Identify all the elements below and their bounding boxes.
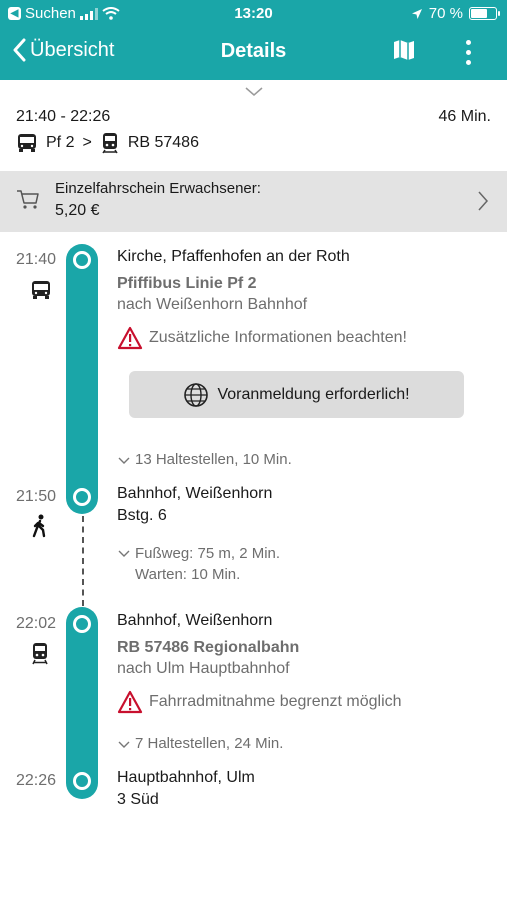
trip-legs: Pf 2 > RB 57486 [16,132,199,154]
leg1-notice[interactable]: Zusätzliche Informationen beachten! [117,326,407,350]
battery-fill [471,9,488,18]
leg1-route-line [66,244,98,514]
ticket-name: Einzelfahrschein Erwachsener: [55,180,261,197]
leg-separator: > [82,134,92,151]
ticket-price: 5,20 € [55,202,100,219]
navigation-bar: Übersicht Details [0,34,507,72]
top-bar: ◀ Suchen 13:20 70 % Übersicht Details [0,0,507,80]
leg1-label: Pf 2 [46,134,75,151]
leg1-line-name: Pfiffibus Linie Pf 2 [117,275,257,292]
chevron-down-icon [118,741,130,748]
leg1-stops-info: 13 Haltestellen, 10 Min. [135,451,292,468]
walk-expander[interactable]: Fußweg: 75 m, 2 Min. Warten: 10 Min. [117,543,280,585]
map-icon [394,40,414,60]
leg2-line-name: RB 57486 Regionalbahn [117,639,300,656]
warning-icon [117,326,143,350]
status-bar: ◀ Suchen 13:20 70 % [0,0,507,28]
more-dot-icon [466,40,471,45]
leg1-stops-expander[interactable]: 13 Haltestellen, 10 Min. [117,451,292,468]
leg2-arr-stop: Hauptbahnhof, Ulm [117,769,255,786]
leg1-arr-time: 21:50 [16,488,57,505]
leg2-stops-info: 7 Haltestellen, 24 Min. [135,735,284,752]
walk-wait: Warten: 10 Min. [135,566,241,583]
chevron-down-icon [118,457,130,464]
collapse-toggle[interactable] [243,84,265,102]
chevron-down-icon [245,87,263,96]
page-title: Details [220,40,287,62]
walk-distance: Fußweg: 75 m, 2 Min. [135,545,281,562]
chevron-down-icon [118,550,130,557]
leg2-arr-platform: 3 Süd [117,791,159,808]
more-dot-icon [466,50,471,55]
leg1-arr-platform: Bstg. 6 [117,507,167,524]
leg2-notice[interactable]: Fahrradmitnahme begrenzt möglich [117,690,402,714]
walk-dashed-line [82,516,84,606]
leg1-arr-stop: Bahnhof, Weißenhorn [117,485,273,502]
leg1-direction: nach Weißenhorn Bahnhof [117,296,308,313]
preregistration-button[interactable]: Voranmeldung erforderlich! [129,371,464,418]
stop-marker [73,772,91,790]
leg1-dep-stop: Kirche, Pfaffenhofen an der Roth [117,248,350,265]
leg2-label: RB 57486 [127,134,199,151]
battery-cap [498,11,500,16]
preregistration-label: Voranmeldung erforderlich! [217,385,410,403]
ticket-row[interactable]: Einzelfahrschein Erwachsener: 5,20 € [0,171,507,232]
globe-icon [184,382,209,407]
leg2-direction: nach Ulm Hauptbahnhof [117,660,290,677]
status-right: 70 % [411,5,500,22]
warning-icon [117,690,143,714]
trip-time-range: 21:40 - 22:26 [16,108,111,125]
leg2-stops-expander[interactable]: 7 Haltestellen, 24 Min. [117,735,283,752]
more-dot-icon [466,60,471,65]
leg1-notice-text: Zusätzliche Informationen beachten! [149,329,407,346]
more-options-button[interactable] [456,36,480,68]
walking-person-icon [32,514,46,538]
cart-icon [17,190,39,209]
train-icon [32,643,48,665]
leg2-notice-text: Fahrradmitnahme begrenzt möglich [149,693,402,710]
train-icon [102,133,118,154]
leg2-arr-time: 22:26 [16,772,57,789]
leg2-route-line [66,607,98,799]
leg2-dep-stop: Bahnhof, Weißenhorn [117,612,273,629]
stop-marker [73,488,91,506]
chevron-right-icon [478,191,489,211]
trip-duration: 46 Min. [438,108,491,125]
bus-icon [18,134,36,152]
battery-percent: 70 % [428,5,463,22]
map-button[interactable] [392,38,416,67]
stop-marker [73,251,91,269]
leg1-dep-time: 21:40 [16,251,57,268]
bus-icon [32,281,50,299]
battery-icon [469,7,500,20]
leg2-dep-time: 22:02 [16,615,57,632]
stop-marker [73,615,91,633]
location-arrow-icon [411,8,422,19]
